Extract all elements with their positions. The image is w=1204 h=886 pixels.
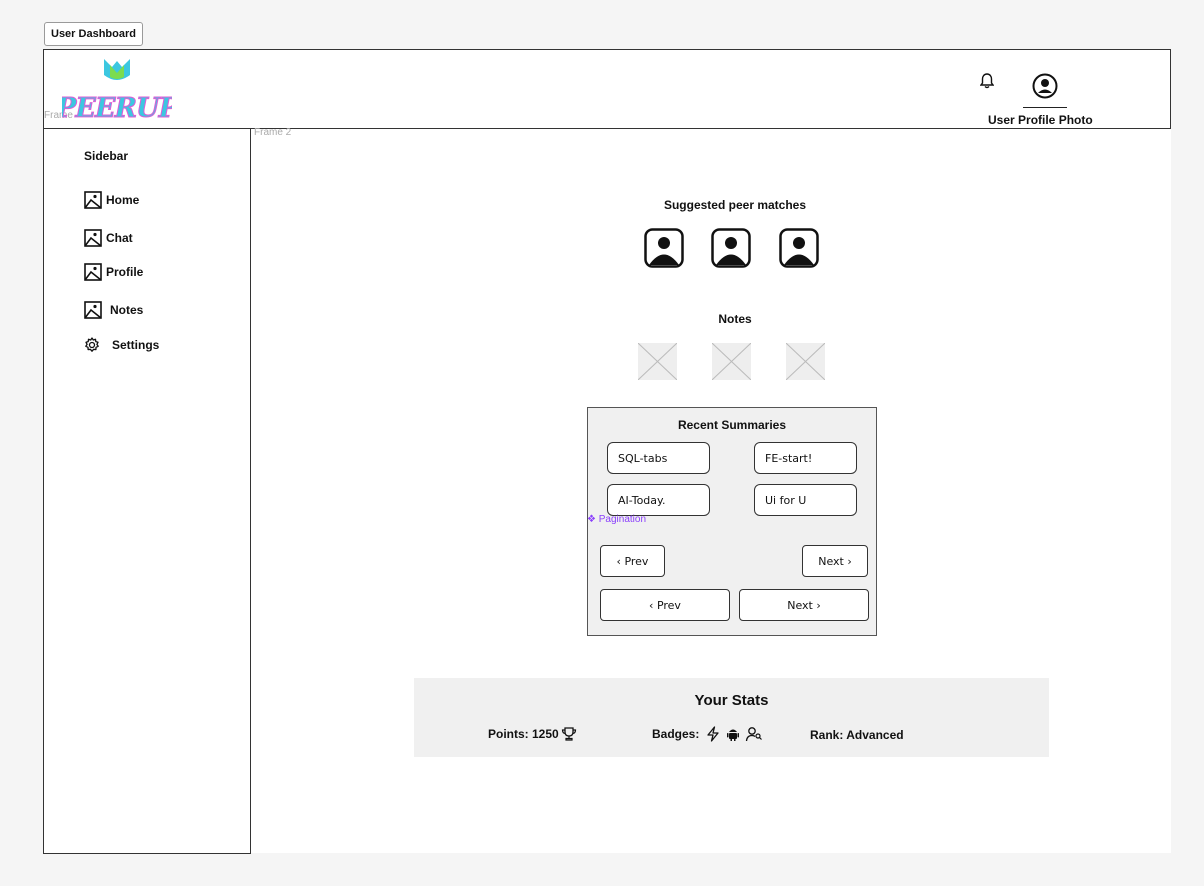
next-button-wide[interactable]: Next ›: [739, 589, 869, 621]
sidebar-item-notes[interactable]: Notes: [84, 301, 143, 319]
note-placeholder[interactable]: [637, 342, 678, 381]
sidebar-item-settings[interactable]: Settings: [84, 337, 159, 353]
prev-label: ‹ Prev: [616, 554, 649, 568]
sidebar: Sidebar Home Chat Profile Notes Settings: [43, 129, 251, 854]
summary-chip[interactable]: FE-start!: [754, 442, 857, 474]
image-icon: [84, 229, 102, 247]
stats-panel: Your Stats Points: 1250 Badges: Rank: Ad…: [414, 678, 1049, 757]
trophy-icon: [561, 727, 576, 741]
image-icon: [84, 301, 102, 319]
summary-chip[interactable]: Ui for U: [754, 484, 857, 516]
next-label: Next ›: [818, 554, 852, 568]
logo-text: PEERUP: [62, 93, 172, 124]
sidebar-item-label: Home: [106, 193, 140, 207]
user-search-icon: [746, 727, 763, 742]
notes-title: Notes: [718, 312, 752, 326]
logo: PEERUP: [55, 53, 181, 127]
rank-stat: Rank: Advanced: [810, 728, 904, 742]
bell-icon[interactable]: [979, 73, 995, 89]
sidebar-item-home[interactable]: Home: [84, 191, 139, 209]
prev-button[interactable]: ‹ Prev: [600, 545, 665, 577]
frame-tag: User Dashboard: [44, 22, 143, 46]
peer-avatar[interactable]: [711, 228, 751, 268]
pagination-label: ❖ Pagination: [587, 514, 647, 525]
summary-chip-label: FE-start!: [765, 451, 813, 465]
sidebar-item-label: Chat: [106, 231, 133, 245]
summary-chip[interactable]: AI-Today.: [607, 484, 710, 516]
peer-avatar[interactable]: [779, 228, 819, 268]
sidebar-item-label: Profile: [106, 265, 144, 279]
note-placeholder[interactable]: [785, 342, 826, 381]
prev-label: ‹ Prev: [649, 598, 681, 612]
sidebar-item-label: Settings: [112, 338, 160, 352]
summaries-title: Recent Summaries: [677, 418, 787, 432]
summary-chip-label: SQL-tabs: [618, 451, 668, 465]
sidebar-item-label: Notes: [110, 303, 144, 317]
peers-title: Suggested peer matches: [663, 198, 807, 212]
summary-chip[interactable]: SQL-tabs: [607, 442, 710, 474]
points-stat: Points: 1250: [488, 726, 577, 742]
points-label: Points: 1250: [488, 727, 559, 741]
sidebar-item-chat[interactable]: Chat: [84, 229, 133, 247]
gear-icon: [85, 337, 99, 352]
image-icon: [84, 263, 102, 281]
image-icon: [84, 191, 102, 209]
peer-avatar[interactable]: [644, 228, 684, 268]
badges-label: Badges:: [652, 727, 700, 741]
next-button[interactable]: Next ›: [802, 545, 868, 577]
summary-chip-label: AI-Today.: [618, 493, 666, 507]
profile-label: User Profile Photo: [988, 113, 1093, 127]
prev-button-wide[interactable]: ‹ Prev: [600, 589, 730, 621]
stats-title: Your Stats: [694, 692, 769, 709]
sidebar-item-profile[interactable]: Profile: [84, 263, 143, 281]
rank-label: Rank: Advanced: [810, 728, 904, 742]
header: Frame PEERUP User Profile Photo: [43, 49, 1171, 129]
main-divider: [250, 129, 251, 854]
lightning-icon: [707, 726, 719, 742]
badges-stat: Badges:: [652, 726, 763, 742]
sidebar-title: Sidebar: [84, 149, 129, 163]
note-placeholder[interactable]: [711, 342, 752, 381]
next-label: Next ›: [787, 598, 821, 612]
profile-underline: [1023, 107, 1067, 108]
android-icon: [727, 729, 740, 741]
summary-chip-label: Ui for U: [765, 493, 807, 507]
user-avatar-icon[interactable]: [1032, 73, 1058, 99]
frame2-label: Frame 2: [254, 127, 292, 138]
